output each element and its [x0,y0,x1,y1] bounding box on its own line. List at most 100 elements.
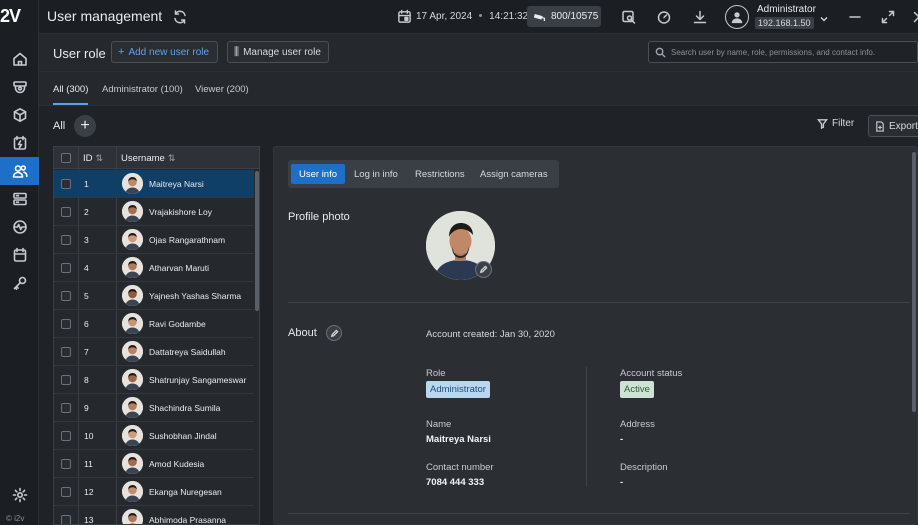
settings-icon[interactable] [0,481,39,509]
minimize-icon[interactable] [847,9,863,25]
tab-user-info[interactable]: User info [291,164,346,184]
table-row[interactable]: 8 Shatrunjay Sangameswar [54,366,254,394]
camera-icon[interactable] [0,73,39,101]
tab-log-in-info[interactable]: Log in info [346,164,406,184]
add-user-role-label: Add new user role [128,46,210,58]
table-row[interactable]: 1 Maitreya Narsi [54,170,254,198]
table-row[interactable]: 7 Dattatreya Saidullah [54,338,254,366]
current-user-name[interactable]: Administrator [757,4,816,15]
pencil-icon [330,328,339,337]
sort-icon[interactable]: ⇅ [96,153,104,163]
row-checkbox[interactable] [61,487,71,497]
user-avatar-icon[interactable] [725,5,749,29]
table-row[interactable]: 10 Sushobhan Jindal [54,422,254,450]
box-icon[interactable] [0,101,39,129]
row-checkbox[interactable] [61,459,71,469]
key-icon[interactable] [0,269,39,297]
speedometer-icon[interactable] [656,9,672,25]
row-checkbox[interactable] [61,179,71,189]
details-scrollbar[interactable] [912,152,916,412]
row-username: Vrajakishore Loy [149,207,212,217]
search-box[interactable] [648,41,918,63]
app-window: i2V © i2v U [0,0,918,525]
manage-user-role-button[interactable]: ⫼ Manage user role [227,41,329,63]
filter-button[interactable]: Filter [817,118,854,129]
video-search-icon[interactable] [621,9,637,25]
health-icon[interactable] [0,213,39,241]
edit-about-button[interactable] [326,325,342,341]
table-row[interactable]: 13 Abhimoda Prasanna [54,506,254,525]
tab-all[interactable]: All (300) [53,84,89,105]
row-checkbox[interactable] [61,347,71,357]
table-row[interactable]: 4 Atharvan Maruti [54,254,254,282]
row-username: Amod Kudesia [149,459,205,469]
tab-administrator[interactable]: Administrator (100) [102,84,183,103]
row-checkbox[interactable] [61,207,71,217]
name-label: Name [426,419,452,430]
description-value: - [620,477,624,488]
account-created: Account created: Jan 30, 2020 [426,329,555,340]
row-checkbox[interactable] [61,515,71,524]
avatar [122,509,143,524]
avatar [122,229,143,250]
row-checkbox[interactable] [61,235,71,245]
top-bar: User management 17 Apr, 2024 14:21:32 800… [39,0,918,34]
contact-label: Contact number [426,462,494,473]
search-icon [655,47,666,58]
address-value: - [620,434,624,445]
row-checkbox[interactable] [61,375,71,385]
row-checkbox[interactable] [61,431,71,441]
table-scrollbar[interactable] [255,171,259,311]
camera-count-badge[interactable]: 800/10575 [527,6,601,27]
event-icon[interactable] [0,129,39,157]
row-checkbox[interactable] [61,263,71,273]
calendar-icon [397,9,412,24]
avatar [122,481,143,502]
app-logo[interactable]: i2V [0,6,39,28]
column-header-username[interactable]: Username ⇅ [121,153,175,164]
row-username: Maitreya Narsi [149,179,204,189]
row-checkbox[interactable] [61,319,71,329]
row-username: Yajnesh Yashas Sharma [149,291,242,301]
section-divider [288,302,910,303]
search-input[interactable] [671,47,917,57]
add-group-button[interactable]: + [74,115,96,137]
row-checkbox[interactable] [61,403,71,413]
table-row[interactable]: 9 Shachindra Sumila [54,394,254,422]
filter-icon [817,119,828,129]
schedule-icon[interactable] [0,241,39,269]
current-time: 14:21:32 [489,11,529,22]
close-icon[interactable] [911,9,918,25]
row-username: Ravi Godambe [149,319,206,329]
row-id: 13 [84,515,94,525]
row-checkbox[interactable] [61,291,71,301]
avatar [122,453,143,474]
table-row[interactable]: 2 Vrajakishore Loy [54,198,254,226]
download-icon[interactable] [692,9,708,25]
avatar [122,285,143,306]
devices-icon[interactable] [0,185,39,213]
table-row[interactable]: 12 Ekanga Nuregesan [54,478,254,506]
export-button[interactable]: Export [868,115,918,137]
sub-header: User role + Add new user role ⫼ Manage u… [39,34,918,72]
edit-photo-button[interactable] [475,261,492,278]
table-row[interactable]: 5 Yajnesh Yashas Sharma [54,282,254,310]
table-row[interactable]: 3 Ojas Rangarathnam [54,226,254,254]
fullscreen-icon[interactable] [880,9,896,25]
tab-restrictions[interactable]: Restrictions [407,164,473,184]
tab-viewer[interactable]: Viewer (200) [195,84,249,103]
table-row[interactable]: 6 Ravi Godambe [54,310,254,338]
home-icon[interactable] [0,45,39,73]
avatar [122,257,143,278]
add-user-role-button[interactable]: + Add new user role [111,41,218,63]
column-header-id[interactable]: ID ⇅ [83,153,103,164]
sort-icon[interactable]: ⇅ [168,153,176,163]
tab-assign-cameras[interactable]: Assign cameras [472,164,556,184]
users-icon[interactable] [0,157,39,185]
refresh-icon[interactable] [172,9,188,25]
about-label: About [288,327,317,339]
select-all-checkbox[interactable] [61,153,71,163]
table-row[interactable]: 11 Amod Kudesia [54,450,254,478]
avatar [122,341,143,362]
chevron-down-icon[interactable] [819,11,829,22]
